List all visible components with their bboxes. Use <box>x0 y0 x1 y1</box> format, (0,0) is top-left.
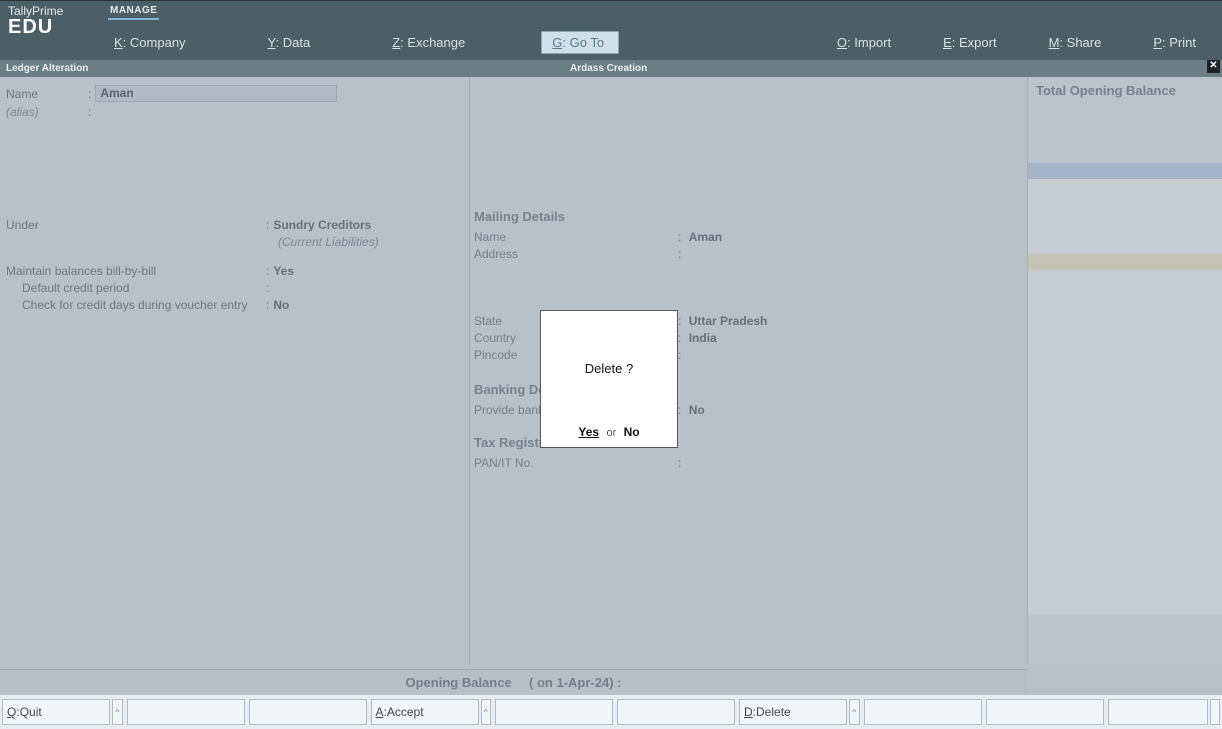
tax-pan-label: PAN/IT No. <box>474 456 674 470</box>
cream-strip <box>1028 254 1222 270</box>
banking-provide-value[interactable]: No <box>689 403 705 417</box>
menu-company[interactable]: K: Company <box>108 32 192 53</box>
mailing-name-label: Name <box>474 230 674 244</box>
left-column: Name : Aman (alias) : Under : Sundry Cre… <box>0 77 466 665</box>
menu-share[interactable]: M: Share <box>1043 32 1108 53</box>
opening-balance-label: Opening Balance <box>406 675 512 690</box>
under-subgroup: (Current Liabilities) <box>278 235 379 249</box>
delete-dialog: Delete ? Yes or No <box>540 310 678 448</box>
dialog-question: Delete ? <box>585 361 633 376</box>
menu-data[interactable]: Y: Data <box>262 32 317 53</box>
bbar-empty-5 <box>864 699 982 725</box>
mailing-address-label: Address <box>474 247 674 261</box>
accept-button[interactable]: A: Accept <box>371 699 479 725</box>
mailing-state-value[interactable]: Uttar Pradesh <box>689 314 768 328</box>
title-center: Ardass Creation <box>570 63 647 74</box>
title-bar: Ledger Alteration Ardass Creation ✕ <box>0 60 1222 77</box>
mailing-name-value[interactable]: Aman <box>689 230 722 244</box>
menu-import[interactable]: O: Import <box>831 32 897 53</box>
manage-tab[interactable]: MANAGE <box>108 1 159 20</box>
opening-balance-date: ( on 1-Apr-24) : <box>529 675 621 690</box>
bottom-bar: Q: Quit ^ A: Accept ^ D: Delete ^ <box>0 694 1222 729</box>
billbybill-label: Maintain balances bill-by-bill <box>6 264 262 278</box>
opening-balance-bar: Opening Balance ( on 1-Apr-24) : <box>0 669 1027 695</box>
checkcredit-label: Check for credit days during voucher ent… <box>6 298 262 312</box>
bbar-empty-2 <box>249 699 367 725</box>
dialog-yes-button[interactable]: Yes <box>578 425 599 439</box>
top-bar: TallyPrime MANAGE EDU K: Company Y: Data… <box>0 0 1222 60</box>
mailing-heading: Mailing Details <box>474 209 1025 224</box>
menu-export[interactable]: E: Export <box>937 32 1002 53</box>
mailing-country-value[interactable]: India <box>689 331 717 345</box>
total-opening-balance-label: Total Opening Balance <box>1028 77 1222 104</box>
bbar-empty-7 <box>1108 699 1208 725</box>
bbar-empty-3 <box>495 699 613 725</box>
delete-caret[interactable]: ^ <box>849 699 860 725</box>
brand-line2: EDU <box>8 16 53 38</box>
bbar-empty-6 <box>986 699 1104 725</box>
alias-label: (alias) <box>6 105 84 119</box>
bbar-empty-4 <box>617 699 735 725</box>
bbar-end-caret[interactable] <box>1210 699 1221 725</box>
accept-caret[interactable]: ^ <box>481 699 492 725</box>
close-icon[interactable]: ✕ <box>1207 60 1220 73</box>
checkcredit-value[interactable]: No <box>273 298 289 312</box>
title-left: Ledger Alteration <box>0 63 88 74</box>
bbar-empty-1 <box>127 699 245 725</box>
under-label: Under <box>6 218 262 232</box>
menu-exchange[interactable]: Z: Exchange <box>386 32 471 53</box>
menu-goto[interactable]: G: Go To <box>541 31 619 54</box>
name-input[interactable]: Aman <box>95 85 337 102</box>
quit-caret[interactable]: ^ <box>112 699 123 725</box>
dialog-no-button[interactable]: No <box>624 425 640 439</box>
blue-strip <box>1028 163 1222 179</box>
delete-button[interactable]: D: Delete <box>739 699 847 725</box>
name-label: Name <box>6 87 84 101</box>
billbybill-value[interactable]: Yes <box>273 264 294 278</box>
creditperiod-label: Default credit period <box>6 281 262 295</box>
quit-button[interactable]: Q: Quit <box>2 699 110 725</box>
dialog-or: or <box>606 427 616 439</box>
under-value: Sundry Creditors <box>273 218 371 232</box>
right-column: Total Opening Balance <box>1027 77 1222 665</box>
menu-print[interactable]: P: Print <box>1147 32 1202 53</box>
